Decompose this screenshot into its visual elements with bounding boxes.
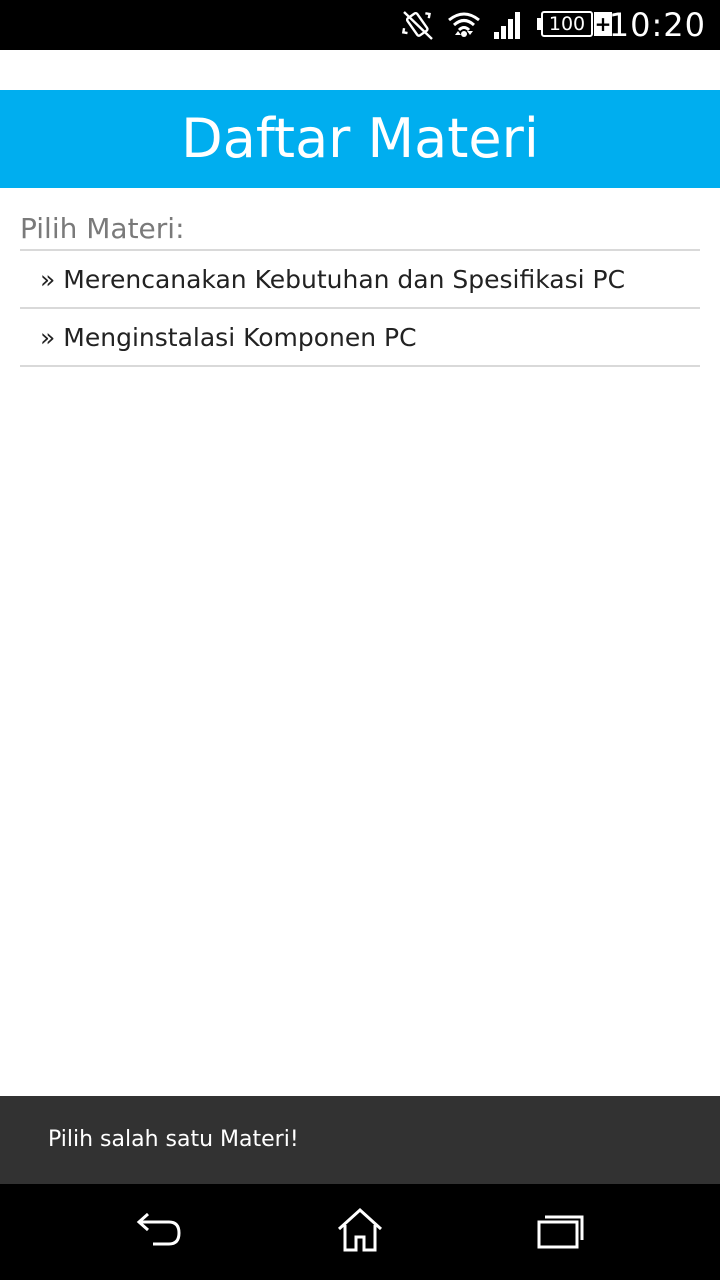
toast: Pilih salah satu Materi! — [0, 1096, 720, 1184]
recent-apps-icon — [535, 1210, 585, 1254]
toast-message: Pilih salah satu Materi! — [48, 1127, 299, 1152]
list-item-label: Menginstalasi Komponen PC — [63, 322, 417, 352]
wifi-icon — [446, 9, 482, 45]
status-bar: 100 + 10:20 — [0, 0, 720, 50]
bullet: » — [40, 264, 56, 294]
materi-list: » Merencanakan Kebutuhan dan Spesifikasi… — [20, 249, 700, 367]
battery-icon: 100 + — [537, 11, 613, 39]
page-title: Daftar Materi — [181, 107, 539, 170]
status-time: 10:20 — [608, 6, 706, 44]
list-item-menginstalasi[interactable]: » Menginstalasi Komponen PC — [20, 309, 700, 367]
back-icon — [135, 1210, 185, 1254]
recent-apps-button[interactable] — [530, 1202, 590, 1262]
battery-level: 100 — [548, 13, 586, 35]
list-item-label: Merencanakan Kebutuhan dan Spesifikasi P… — [63, 264, 626, 294]
signal-icon — [492, 10, 524, 44]
back-button[interactable] — [130, 1202, 190, 1262]
home-button[interactable] — [330, 1202, 390, 1262]
screen: 100 + 10:20 Daftar Materi Pilih Materi: … — [0, 0, 720, 1280]
navigation-bar — [0, 1184, 720, 1280]
vibrate-icon — [400, 8, 436, 46]
bullet: » — [40, 322, 56, 352]
home-icon — [335, 1207, 385, 1257]
section-label: Pilih Materi: — [20, 212, 185, 245]
app-header: Daftar Materi — [0, 90, 720, 188]
list-item-merencanakan[interactable]: » Merencanakan Kebutuhan dan Spesifikasi… — [20, 251, 700, 309]
